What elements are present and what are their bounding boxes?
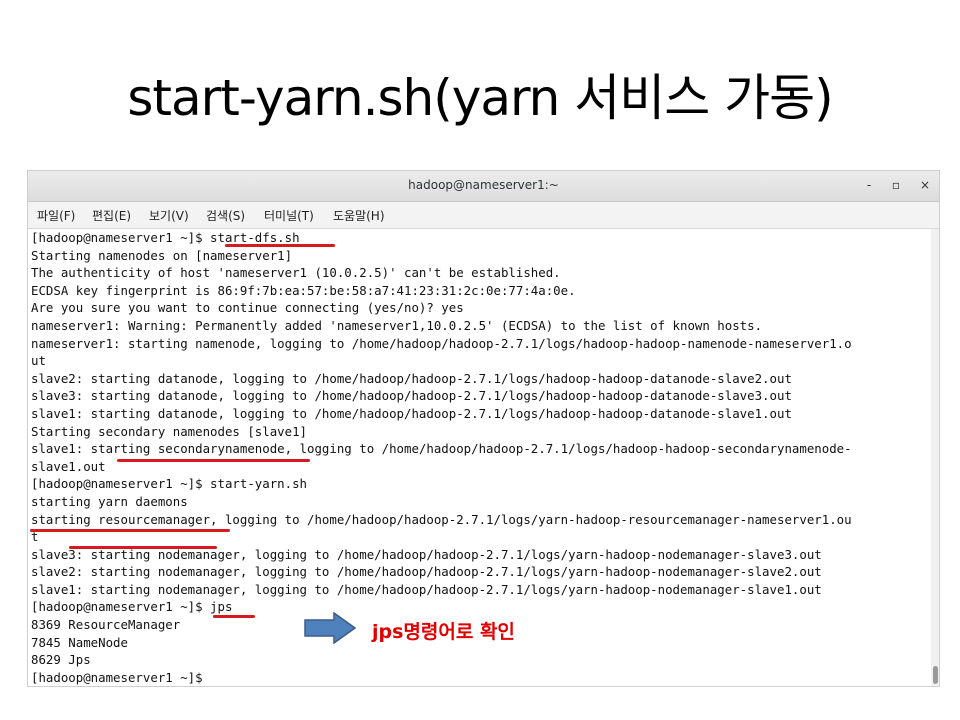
- terminal-line: [hadoop@nameserver1 ~]$ start-yarn.sh: [31, 476, 308, 492]
- terminal-line: slave3: starting datanode, logging to /h…: [31, 388, 792, 404]
- scrollbar-thumb[interactable]: [933, 666, 938, 684]
- slide-title: start-yarn.sh(yarn 서비스 가동): [127, 69, 833, 127]
- terminal-line: [hadoop@nameserver1 ~]$: [31, 669, 203, 685]
- window-titlebar[interactable]: hadoop@nameserver1:~ - ▫ ×: [28, 171, 939, 202]
- terminal-line: The authenticity of host 'nameserver1 (1…: [31, 265, 561, 281]
- terminal-line: Are you sure you want to continue connec…: [31, 300, 464, 316]
- terminal-window: hadoop@nameserver1:~ - ▫ × 파일(F) 편집(E) 보…: [27, 170, 940, 687]
- terminal-line: [hadoop@nameserver1 ~]$ start-dfs.sh: [31, 230, 300, 245]
- terminal-line: slave1: starting datanode, logging to /h…: [31, 405, 792, 421]
- menu-view[interactable]: 보기(V): [149, 207, 189, 224]
- close-button[interactable]: ×: [917, 177, 933, 193]
- underline-start-dfs: [225, 244, 335, 247]
- underline-resourcemanager: [30, 529, 230, 532]
- right-arrow-icon: [304, 612, 356, 644]
- terminal-line: ECDSA key fingerprint is 86:9f:7b:ea:57:…: [31, 282, 576, 298]
- terminal-line: Starting namenodes on [nameserver1]: [31, 247, 293, 263]
- menu-search[interactable]: 검색(S): [206, 207, 245, 224]
- jps-annotation: jps명령어로 확인: [372, 621, 515, 643]
- menu-edit[interactable]: 편집(E): [92, 207, 131, 224]
- menu-file[interactable]: 파일(F): [37, 207, 75, 224]
- terminal-line: ut: [31, 353, 46, 369]
- minimize-button[interactable]: -: [861, 177, 877, 193]
- maximize-button[interactable]: ▫: [888, 177, 904, 193]
- underline-jps: [213, 615, 255, 618]
- terminal-line: slave2: starting nodemanager, logging to…: [31, 564, 822, 580]
- terminal-line: slave1: starting secondarynamenode, logg…: [31, 441, 852, 457]
- underline-secondarynamenode: [117, 459, 310, 462]
- menu-help[interactable]: 도움말(H): [333, 207, 385, 224]
- terminal-line: starting resourcemanager, logging to /ho…: [31, 511, 852, 527]
- terminal-line: slave1: starting nodemanager, logging to…: [31, 581, 822, 597]
- terminal-scrollbar[interactable]: [931, 229, 939, 686]
- terminal-line: 8629 Jps: [31, 652, 91, 668]
- terminal-line: slave2: starting datanode, logging to /h…: [31, 370, 792, 386]
- menu-bar: 파일(F) 편집(E) 보기(V) 검색(S) 터미널(T) 도움말(H): [28, 202, 939, 229]
- window-title: hadoop@nameserver1:~: [408, 178, 559, 192]
- terminal-line: nameserver1: Warning: Permanently added …: [31, 317, 763, 333]
- menu-terminal[interactable]: 터미널(T): [264, 207, 314, 224]
- terminal-line: Starting secondary namenodes [slave1]: [31, 423, 308, 439]
- terminal-line: starting yarn daemons: [31, 493, 188, 509]
- underline-resourcemanager-cont: [69, 546, 217, 549]
- terminal-line: [hadoop@nameserver1 ~]$ jps: [31, 599, 233, 615]
- terminal-line: nameserver1: starting namenode, logging …: [31, 335, 852, 351]
